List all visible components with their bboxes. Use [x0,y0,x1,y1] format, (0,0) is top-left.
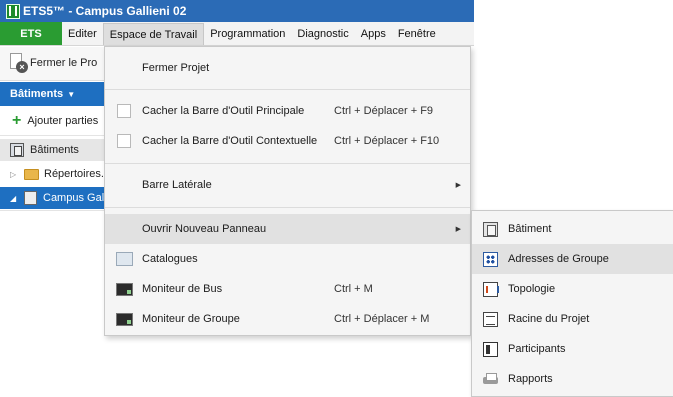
menu-item-label: Moniteur de Groupe [142,313,240,325]
submenu-item-building[interactable]: Bâtiment [472,214,673,244]
tree-item-campus[interactable]: ◢ Campus Gal [0,187,110,209]
submenu-item-project-root[interactable]: Racine du Projet [472,304,673,334]
tree-header-label: Bâtiments [30,144,79,156]
menu-apps[interactable]: Apps [355,22,392,45]
menu-item-label: Cacher la Barre d'Outil Contextuelle [142,135,318,147]
checkbox-icon[interactable] [117,134,131,148]
tree-header: Bâtiments [0,139,110,161]
group-addresses-icon [483,251,498,267]
add-parts-button[interactable]: + Ajouter parties [0,106,110,136]
submenu-item-participants[interactable]: Participants [472,334,673,364]
printer-icon [483,372,498,387]
submenu-arrow-icon: ▶ [455,182,461,189]
submenu-arrow-icon: ▶ [455,226,461,233]
checkbox-icon[interactable] [117,104,131,118]
project-root-icon [483,311,498,327]
window-title: ETS5™ - Campus Gallieni 02 [23,4,187,18]
menu-item-side-bar[interactable]: Barre Latérale ▶ [105,170,470,200]
main-toolbar: × Fermer le Pro [0,47,110,81]
panel-divider [0,210,110,211]
menu-item-label: Moniteur de Bus [142,283,223,295]
tree-item-label: Campus Gal [43,192,105,204]
building-icon [10,143,24,157]
menu-item-group-monitor[interactable]: Moniteur de Groupe Ctrl + Déplacer + M [105,304,470,334]
collapse-arrow-icon[interactable]: ◢ [10,194,24,203]
close-project-label: Fermer le Pro [30,57,98,69]
menu-item-label: Barre Latérale [142,179,212,191]
submenu-item-label: Participants [508,343,566,355]
shortcut-label: Ctrl + Déplacer + M [334,313,430,325]
menu-item-label: Ouvrir Nouveau Panneau [142,223,267,235]
title-bar: ETS5™ - Campus Gallieni 02 [0,0,474,22]
campus-building-icon [24,191,37,205]
menu-editer[interactable]: Editer [62,22,103,45]
submenu-item-label: Racine du Projet [508,313,590,325]
menu-item-catalogs[interactable]: Catalogues [105,244,470,274]
catalog-icon [116,252,133,266]
shortcut-label: Ctrl + Déplacer + F10 [334,135,440,147]
submenu-item-reports[interactable]: Rapports [472,364,673,394]
menu-diagnostic[interactable]: Diagnostic [291,22,354,45]
tree-item-repertoires[interactable]: ▷ Répertoires. [0,163,110,185]
participants-icon [483,341,498,357]
menu-item-close-project[interactable]: Fermer Projet [105,53,470,83]
shortcut-label: Ctrl + M [334,283,373,295]
menu-item-label: Cacher la Barre d'Outil Principale [142,105,305,117]
chevron-down-icon: ▼ [67,89,76,99]
submenu-item-group-addresses[interactable]: Adresses de Groupe [472,244,673,274]
buildings-panel-title: Bâtiments [10,88,64,100]
expand-arrow-icon[interactable]: ▷ [10,170,24,179]
ets-app-icon [6,3,20,19]
menu-fenetre[interactable]: Fenêtre [392,22,442,45]
buildings-panel-header[interactable]: Bâtiments ▼ [0,82,110,106]
building-icon [483,221,498,237]
menu-separator [105,207,470,208]
submenu-item-label: Adresses de Groupe [508,253,609,265]
menu-programmation[interactable]: Programmation [204,22,291,45]
submenu-item-label: Topologie [508,283,556,295]
menu-item-hide-main-toolbar[interactable]: Cacher la Barre d'Outil Principale Ctrl … [105,96,470,126]
ets-menu-button[interactable]: ETS [0,22,62,45]
close-project-button[interactable]: × Fermer le Pro [10,53,97,73]
menu-item-hide-context-toolbar[interactable]: Cacher la Barre d'Outil Contextuelle Ctr… [105,126,470,156]
menu-item-open-new-panel[interactable]: Ouvrir Nouveau Panneau ▶ [105,214,470,244]
shortcut-label: Ctrl + Déplacer + F9 [334,105,434,117]
folder-icon [24,168,39,180]
open-panel-submenu: Bâtiment Adresses de Groupe Topologie Ra… [471,210,673,397]
menu-item-label: Fermer Projet [142,62,210,74]
add-parts-label: Ajouter parties [27,114,99,127]
monitor-icon [116,282,133,296]
menu-item-label: Catalogues [142,253,198,265]
menu-item-bus-monitor[interactable]: Moniteur de Bus Ctrl + M [105,274,470,304]
topology-icon [483,281,499,297]
menu-separator [105,163,470,164]
close-document-icon: × [10,53,28,73]
menu-bar: ETS Editer Espace de Travail Programmati… [0,22,474,46]
menu-espace-de-travail[interactable]: Espace de Travail [102,23,205,45]
menu-separator [105,89,470,90]
workspace-dropdown-menu: Fermer Projet Cacher la Barre d'Outil Pr… [104,46,471,336]
submenu-item-label: Bâtiment [508,223,552,235]
monitor-icon [116,312,133,326]
tree-item-label: Répertoires. [44,168,104,180]
submenu-item-label: Rapports [508,373,553,385]
plus-icon: + [12,111,22,129]
submenu-item-topology[interactable]: Topologie [472,274,673,304]
